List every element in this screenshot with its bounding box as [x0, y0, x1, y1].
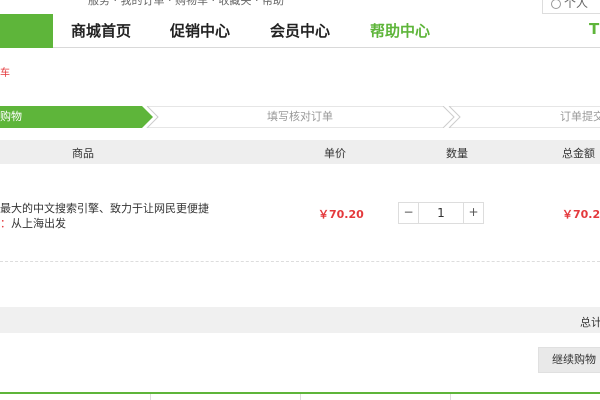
summary-total-label: 总计 [580, 316, 600, 329]
quantity-minus-button[interactable]: − [399, 203, 419, 223]
nav-right-label[interactable]: T [589, 20, 599, 38]
user-menu-label: 个人 [564, 0, 589, 10]
cart-table-header: 商品 单价 数量 总金额 [0, 140, 600, 164]
quantity-input[interactable] [420, 204, 462, 222]
header-product: 商品 [72, 147, 94, 160]
item-shipping-text: 从上海出发 [11, 217, 66, 230]
item-unit-price: ￥70.20 [318, 208, 364, 221]
checkout-steps: 购物车 填写核对订单 订单提交 [0, 106, 600, 145]
logo[interactable] [0, 14, 53, 48]
top-bar: 服务 · 我的订单 · 购物车 · 收藏夹 · 帮助 个人 [0, 0, 600, 14]
nav-item-help[interactable]: 帮助中心 [370, 20, 430, 41]
step-cart: 购物车 [0, 110, 22, 145]
breadcrumb: 车 [0, 68, 10, 79]
top-links[interactable]: 服务 · 我的订单 · 购物车 · 收藏夹 · 帮助 [88, 0, 284, 8]
item-title[interactable]: 最大的中文搜索引擎、致力于让网民更便捷 [0, 200, 209, 216]
cart-item-row: 最大的中文搜索引擎、致力于让网民更便捷 ：从上海出发 ￥70.20 − + ￥7… [0, 164, 600, 262]
quantity-stepper: − + [398, 202, 484, 224]
header-total: 总金额 [562, 147, 595, 160]
summary-bar: 总计 [0, 307, 600, 333]
footer-separator [450, 394, 451, 400]
user-menu[interactable]: 个人 [542, 0, 600, 14]
step-fill-order: 填写核对订单 [267, 110, 333, 123]
user-icon [551, 0, 561, 9]
main-nav: 商城首页 促销中心 会员中心 帮助中心 T [0, 14, 600, 48]
quantity-plus-button[interactable]: + [463, 203, 483, 223]
continue-shopping-button[interactable]: 继续购物 » [538, 347, 600, 373]
item-shipping-prefix: ： [0, 217, 11, 230]
item-shipping: ：从上海出发 [0, 215, 66, 231]
footer-separator [150, 394, 151, 400]
footer-separator [300, 394, 301, 400]
nav-item-member[interactable]: 会员中心 [270, 20, 330, 41]
header-quantity: 数量 [446, 147, 468, 160]
header-unit-price: 单价 [324, 147, 346, 160]
item-total-price: ￥70.20 [562, 208, 600, 221]
nav-item-promotions[interactable]: 促销中心 [170, 20, 230, 41]
nav-item-home[interactable]: 商城首页 [71, 20, 131, 41]
step-submit-order: 订单提交 [560, 110, 600, 123]
